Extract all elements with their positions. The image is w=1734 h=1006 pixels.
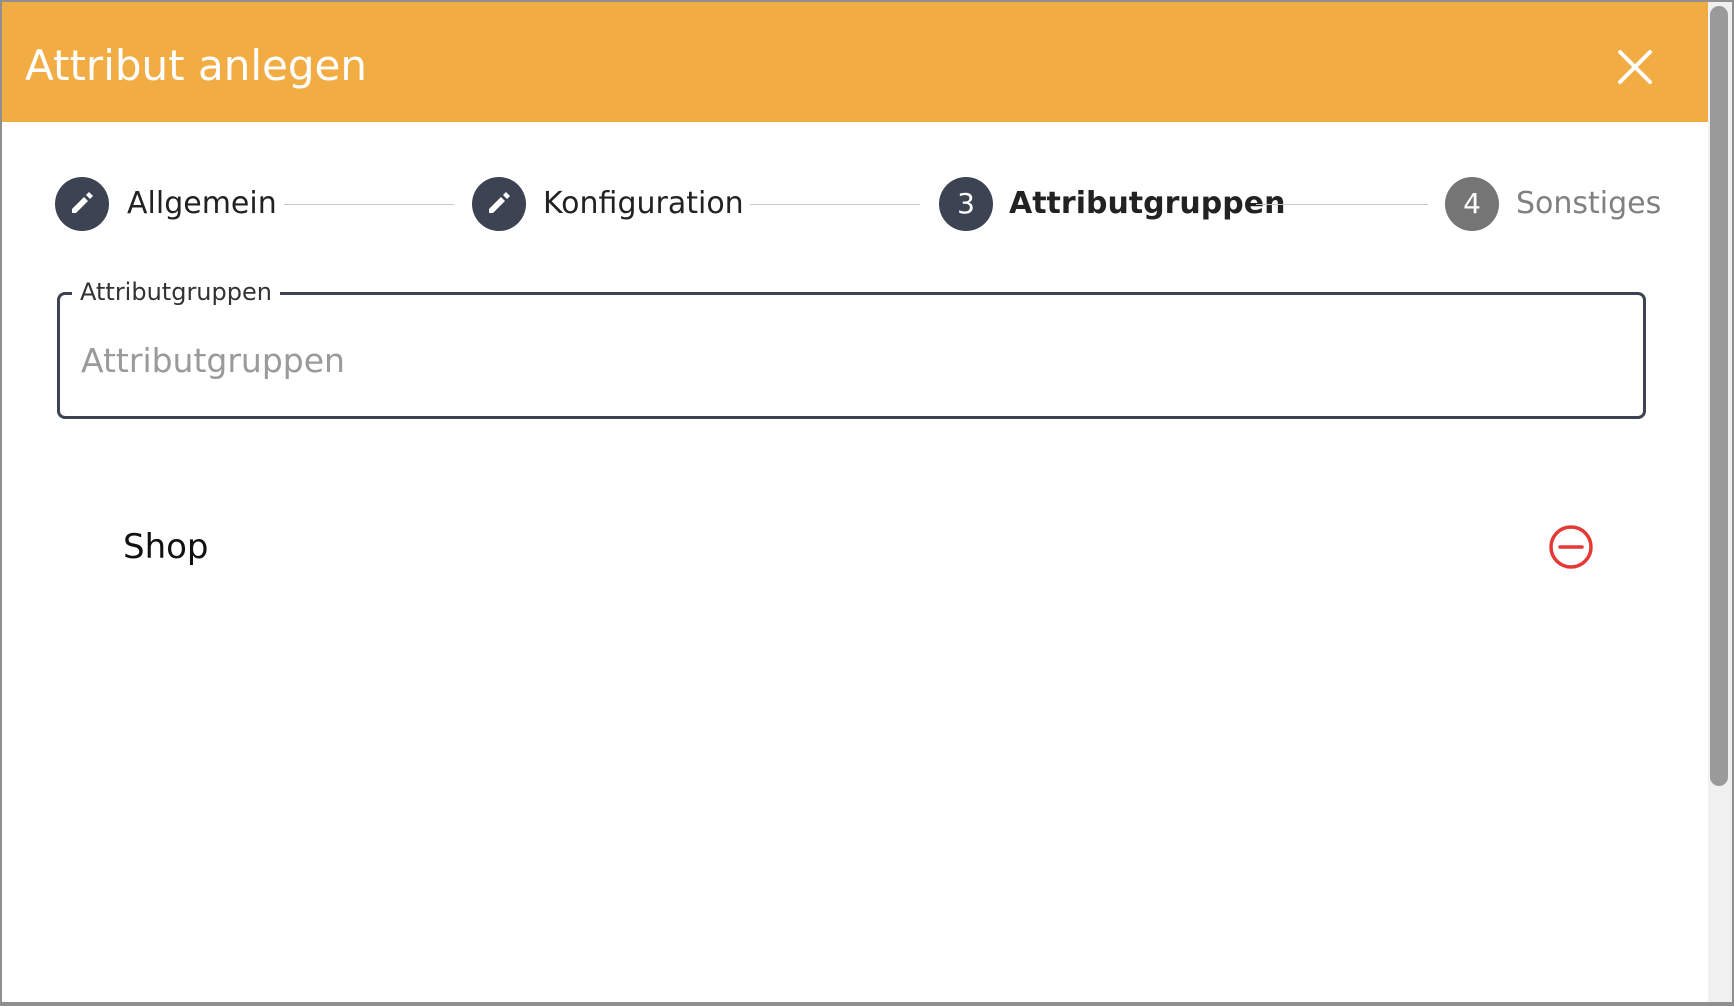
pencil-icon [72, 192, 93, 213]
attribute-group-label: Shop [123, 527, 209, 567]
minus-circle-icon [1549, 525, 1593, 569]
attribute-groups-field: Attributgruppen [57, 275, 1646, 419]
attribute-groups-input[interactable] [81, 335, 1581, 385]
step-3-label[interactable]: Attributgruppen [1009, 177, 1285, 231]
pencil-icon [489, 192, 510, 213]
step-connector [1256, 204, 1428, 205]
step-2-indicator[interactable] [472, 177, 526, 231]
stepper: Allgemein Konfiguration 3 Attributgruppe… [2, 177, 1708, 231]
step-connector [284, 204, 454, 205]
step-1-label[interactable]: Allgemein [127, 177, 277, 231]
scrollbar-thumb[interactable] [1710, 6, 1728, 786]
attribute-group-item: Shop [57, 512, 1646, 582]
step-1-indicator[interactable] [55, 177, 109, 231]
close-button[interactable] [1610, 42, 1660, 92]
dialog-title: Attribut anlegen [25, 41, 367, 90]
step-2-label[interactable]: Konfiguration [543, 177, 744, 231]
create-attribute-dialog: Attribut anlegen Allgemein Konfiguration [2, 2, 1708, 1002]
dialog-header: Attribut anlegen [2, 2, 1708, 122]
attribute-groups-field-label: Attributgruppen [72, 275, 280, 309]
step-connector [750, 204, 920, 205]
step-3-indicator[interactable]: 3 [939, 177, 993, 231]
step-4-indicator[interactable]: 4 [1445, 177, 1499, 231]
remove-group-button[interactable] [1547, 523, 1595, 571]
close-icon [1618, 50, 1652, 84]
step-4-label[interactable]: Sonstiges [1516, 177, 1661, 231]
